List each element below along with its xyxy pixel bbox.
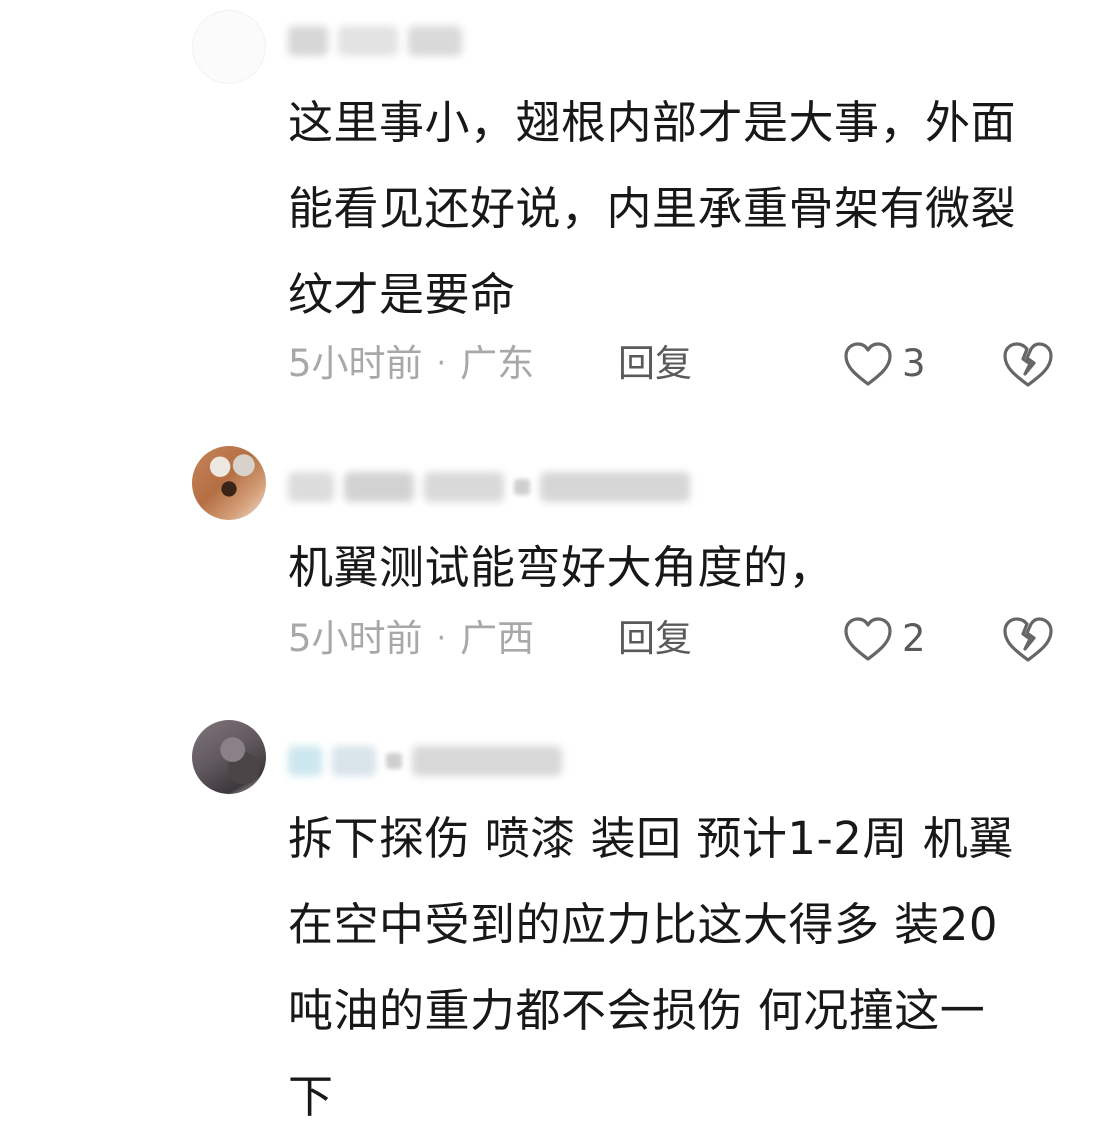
heart-outline-icon xyxy=(842,340,894,388)
comment-line: 机翼测试能弯好大角度的， xyxy=(288,541,835,594)
comment-text: 这里事小，翅根内部才是大事，外面 能看见还好说，内里承重骨架有微裂 纹才是要命 xyxy=(288,80,1078,338)
dislike-button[interactable] xyxy=(1000,338,1056,390)
avatar[interactable] xyxy=(192,10,266,84)
comment-line: 下 xyxy=(288,1070,334,1123)
username-redacted[interactable] xyxy=(288,26,462,56)
username-redacted[interactable] xyxy=(288,472,690,502)
like-count: 2 xyxy=(902,617,926,660)
heart-outline-icon xyxy=(842,615,894,663)
username-redacted[interactable] xyxy=(288,746,562,776)
comment-line: 这里事小，翅根内部才是大事，外面 xyxy=(288,96,1017,149)
meta-separator: · xyxy=(436,346,447,381)
reply-button[interactable]: 回复 xyxy=(618,338,692,390)
comment-line: 拆下探伤 喷漆 装回 预计1-2周 机翼 xyxy=(288,812,1014,865)
comment-meta: 5小时前 · 广东 xyxy=(288,338,534,390)
dislike-button[interactable] xyxy=(1000,613,1056,665)
reply-button[interactable]: 回复 xyxy=(618,613,692,665)
comment-line: 吨油的重力都不会损伤 何况撞这一 xyxy=(288,984,986,1037)
avatar[interactable] xyxy=(192,446,266,520)
comment-line: 纹才是要命 xyxy=(288,268,516,321)
comment-location: 广东 xyxy=(460,342,535,385)
meta-separator: · xyxy=(436,621,447,656)
like-button[interactable]: 2 xyxy=(842,613,926,665)
broken-heart-icon xyxy=(1000,339,1056,389)
comment-location: 广西 xyxy=(460,617,535,660)
comment-time: 5小时前 xyxy=(288,617,423,660)
comment-line: 能看见还好说，内里承重骨架有微裂 xyxy=(288,182,1017,235)
comment-meta: 5小时前 · 广西 xyxy=(288,613,534,665)
like-count: 3 xyxy=(902,342,926,385)
broken-heart-icon xyxy=(1000,614,1056,664)
comment-text: 机翼测试能弯好大角度的， xyxy=(288,525,1078,611)
like-button[interactable]: 3 xyxy=(842,338,926,390)
avatar[interactable] xyxy=(192,720,266,794)
comment-line: 在空中受到的应力比这大得多 装20 xyxy=(288,898,999,951)
comment-time: 5小时前 xyxy=(288,342,423,385)
comment-text: 拆下探伤 喷漆 装回 预计1-2周 机翼 在空中受到的应力比这大得多 装20 吨… xyxy=(288,796,1078,1140)
